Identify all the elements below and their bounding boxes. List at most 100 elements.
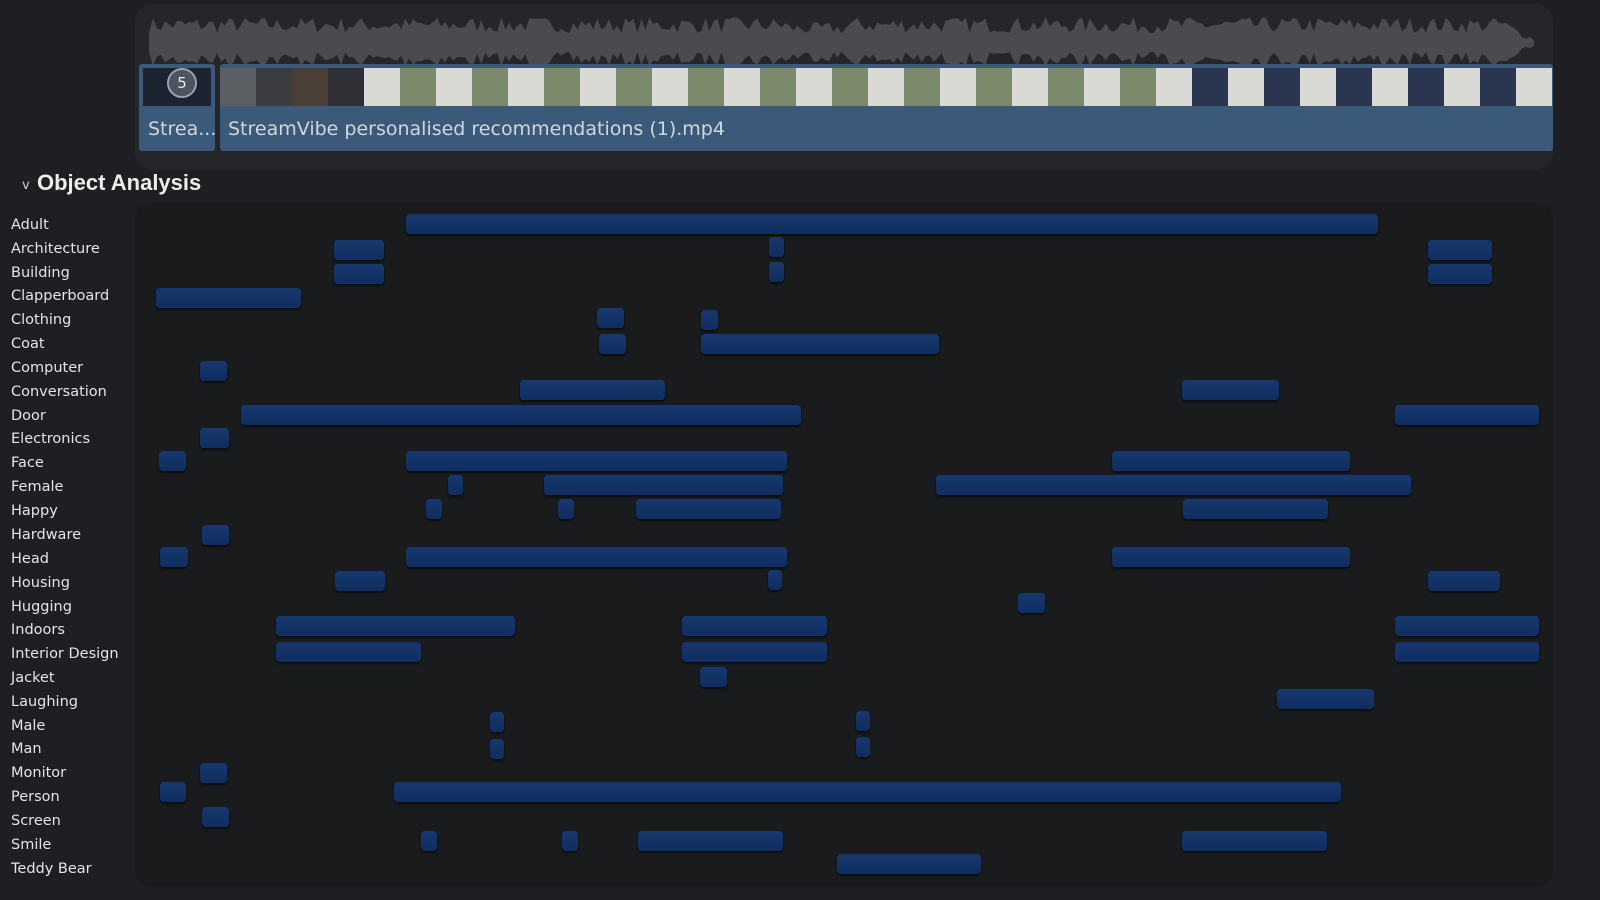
detection-segment[interactable] xyxy=(448,475,463,495)
detection-segment[interactable] xyxy=(406,451,787,471)
detection-segment[interactable] xyxy=(1428,571,1500,591)
detection-segment[interactable] xyxy=(636,499,781,519)
filmstrip-frame xyxy=(724,68,760,106)
detection-segment[interactable] xyxy=(394,782,1341,802)
filmstrip-frame xyxy=(1372,68,1408,106)
filmstrip-frame xyxy=(616,68,652,106)
object-label: Adult xyxy=(11,217,49,233)
detection-segment[interactable] xyxy=(597,308,624,328)
detection-segment[interactable] xyxy=(856,737,870,757)
detection-segment[interactable] xyxy=(1395,642,1539,662)
filmstrip-frame xyxy=(1408,68,1444,106)
object-label: Housing xyxy=(11,575,70,591)
detection-segment[interactable] xyxy=(406,547,787,567)
detection-segment[interactable] xyxy=(1395,616,1539,636)
detection-segment[interactable] xyxy=(768,570,782,590)
detection-segment[interactable] xyxy=(156,288,301,308)
detection-segment[interactable] xyxy=(1395,405,1539,425)
filmstrip-frame xyxy=(1120,68,1156,106)
video-clip[interactable]: StreamVibe personalised recommendations … xyxy=(220,64,1553,151)
detection-segment[interactable] xyxy=(1277,689,1374,709)
filmstrip-frame xyxy=(544,68,580,106)
object-label: Hardware xyxy=(11,527,82,543)
filmstrip-frame xyxy=(1300,68,1336,106)
detection-segment[interactable] xyxy=(276,642,421,662)
clip-thumbnail-small[interactable]: 5 Strea... xyxy=(139,64,217,151)
filmstrip-frame xyxy=(868,68,904,106)
detection-segment[interactable] xyxy=(769,262,784,282)
detection-segment[interactable] xyxy=(490,712,504,732)
detection-segment[interactable] xyxy=(1112,451,1350,471)
detection-segment[interactable] xyxy=(334,264,384,284)
detection-segment[interactable] xyxy=(837,854,981,874)
detection-segment[interactable] xyxy=(276,616,515,636)
detection-segment[interactable] xyxy=(520,380,665,400)
detection-segment[interactable] xyxy=(200,361,227,381)
clip-count-badge: 5 xyxy=(167,68,197,98)
object-label: Smile xyxy=(11,837,52,853)
object-label: Electronics xyxy=(11,431,91,447)
detection-segment[interactable] xyxy=(1428,240,1492,260)
detection-segment[interactable] xyxy=(1182,831,1327,851)
section-title: Object Analysis xyxy=(37,170,202,195)
filmstrip-frame xyxy=(472,68,508,106)
detection-segment[interactable] xyxy=(701,334,939,354)
object-label: Head xyxy=(11,551,49,567)
filmstrip-frame xyxy=(1336,68,1372,106)
filmstrip-frame xyxy=(220,68,256,106)
detection-segment[interactable] xyxy=(599,334,626,354)
detection-segment[interactable] xyxy=(682,616,827,636)
detection-segment[interactable] xyxy=(490,739,504,759)
filmstrip-frame xyxy=(1084,68,1120,106)
detection-segment[interactable] xyxy=(1018,593,1045,613)
object-label: Happy xyxy=(11,503,58,519)
detection-segment[interactable] xyxy=(700,667,727,687)
detection-segment[interactable] xyxy=(701,310,718,330)
object-label: Jacket xyxy=(11,670,55,686)
filmstrip-frame xyxy=(904,68,940,106)
filmstrip-frame xyxy=(292,68,328,106)
detection-segment[interactable] xyxy=(241,405,801,425)
object-label: Coat xyxy=(11,336,45,352)
clip-title-truncated: Strea... xyxy=(148,118,217,140)
detection-segment[interactable] xyxy=(544,475,783,495)
object-label: Man xyxy=(11,741,42,757)
detection-segment[interactable] xyxy=(202,525,229,545)
detection-segment[interactable] xyxy=(1112,547,1350,567)
filmstrip-frame xyxy=(1048,68,1084,106)
detection-segment[interactable] xyxy=(159,451,186,471)
detection-segment[interactable] xyxy=(769,237,784,257)
detection-segment[interactable] xyxy=(562,831,578,851)
detection-segment[interactable] xyxy=(421,831,437,851)
object-label: Clothing xyxy=(11,312,72,328)
detection-segment[interactable] xyxy=(202,807,229,827)
detection-segment[interactable] xyxy=(558,499,574,519)
filmstrip-frame xyxy=(796,68,832,106)
detection-segment[interactable] xyxy=(334,240,384,260)
timeline-panel: 5 Strea... StreamVibe personalised recom… xyxy=(135,4,1553,170)
object-label: Interior Design xyxy=(11,646,119,662)
chevron-down-icon[interactable]: v xyxy=(22,178,30,193)
detection-segment[interactable] xyxy=(406,214,1378,234)
detection-segment[interactable] xyxy=(335,571,385,591)
filmstrip-frame xyxy=(940,68,976,106)
detection-segment[interactable] xyxy=(426,499,442,519)
detection-segment[interactable] xyxy=(200,763,227,783)
detection-segment[interactable] xyxy=(160,782,186,802)
filmstrip-frame xyxy=(436,68,472,106)
detection-segment[interactable] xyxy=(682,642,827,662)
detection-segment[interactable] xyxy=(200,428,229,448)
detection-segment[interactable] xyxy=(1183,499,1328,519)
detection-segment[interactable] xyxy=(160,547,188,567)
detection-segment[interactable] xyxy=(1182,380,1279,400)
object-label: Clapperboard xyxy=(11,288,110,304)
detection-segment[interactable] xyxy=(936,475,1411,495)
detection-segment[interactable] xyxy=(856,711,870,731)
filmstrip-frame xyxy=(580,68,616,106)
filmstrip-frame xyxy=(976,68,1012,106)
object-label: Teddy Bear xyxy=(11,861,92,877)
filmstrip xyxy=(220,68,1553,106)
filmstrip-frame xyxy=(364,68,400,106)
detection-segment[interactable] xyxy=(638,831,783,851)
detection-segment[interactable] xyxy=(1428,264,1492,284)
